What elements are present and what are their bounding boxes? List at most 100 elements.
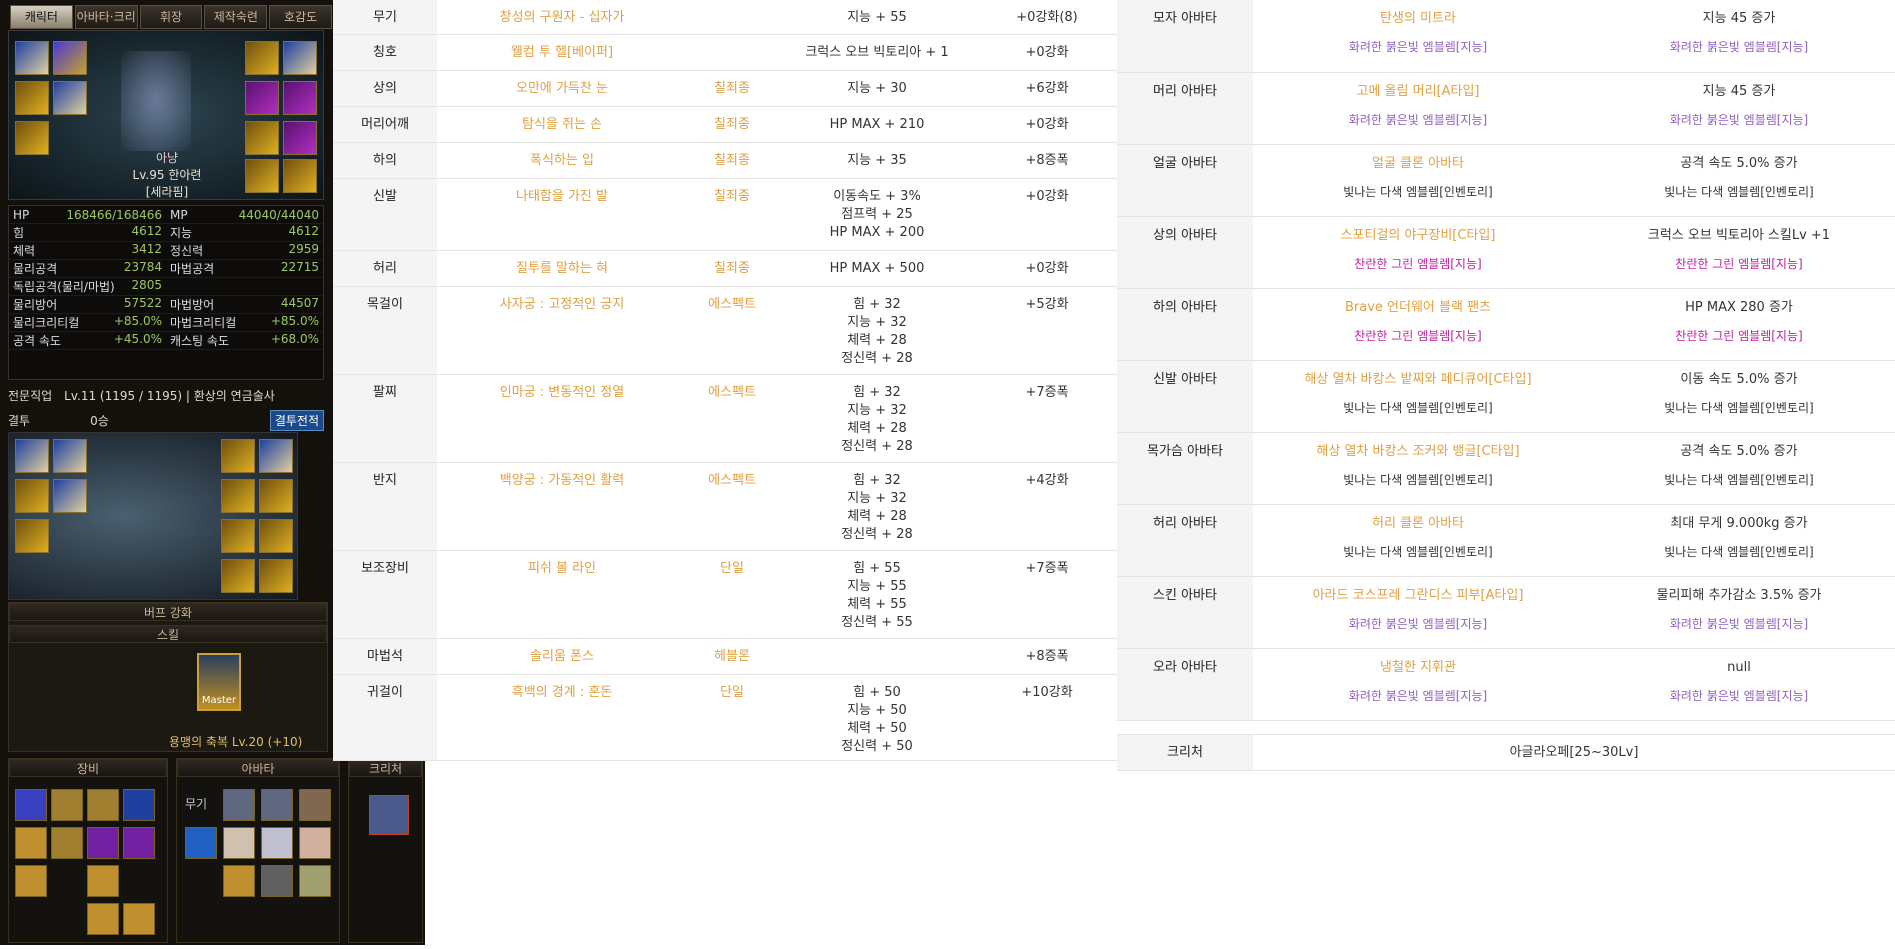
equipment-name[interactable]: 질투를 말하는 혀 (437, 250, 687, 287)
equip-slot[interactable] (15, 121, 49, 155)
avatar-emblem: 빛나는 다색 엠블렘[인벤토리] (1343, 544, 1493, 559)
equip-icon[interactable] (51, 827, 83, 859)
equipment-stats: 힘 + 55 지능 + 55 체력 + 55 정신력 + 55 (777, 550, 977, 639)
creature-name[interactable]: 아글라오페[25~30Lv] (1253, 733, 1895, 771)
avatar-name[interactable]: 스포티걸의 야구장비[C타입] (1253, 227, 1583, 245)
avatar-name[interactable]: 냉철한 지휘관 (1253, 659, 1583, 677)
equipment-stat-line: 지능 + 32 (847, 490, 907, 506)
equipment-name[interactable]: 나태함을 가진 발 (437, 178, 687, 251)
equip-slot[interactable] (245, 81, 279, 115)
avatar-name[interactable]: 해상 열차 바캉스 조커와 뱅글[C타입] (1253, 443, 1583, 461)
equip-slot[interactable] (245, 41, 279, 75)
equip-icon[interactable] (15, 789, 47, 821)
avatar-icon[interactable] (299, 865, 331, 897)
equip-slot[interactable] (245, 121, 279, 155)
equip-slot[interactable] (53, 81, 87, 115)
equipment-name[interactable]: 인마궁 : 변동적인 정열 (437, 374, 687, 463)
equip-slot[interactable] (221, 519, 255, 553)
avatar-icon[interactable] (261, 789, 293, 821)
equipment-name[interactable]: 웰컴 투 헬[베이퍼] (437, 34, 687, 71)
tab-affinity[interactable]: 호감도 (269, 5, 332, 29)
equip-icon[interactable] (123, 789, 155, 821)
equip-slot[interactable] (15, 41, 49, 75)
equip-icon[interactable] (123, 903, 155, 935)
character-guild: [세라핌] (145, 185, 189, 199)
equip-slot[interactable] (259, 439, 293, 473)
equip-slot[interactable] (221, 559, 255, 593)
equip-icon[interactable] (87, 789, 119, 821)
equip-slot[interactable] (283, 121, 317, 155)
equip-slot[interactable] (283, 41, 317, 75)
duel-record-button[interactable]: 결투전적 (269, 410, 324, 431)
equipment-name[interactable]: 솔리움 폰스 (437, 638, 687, 675)
equip-icon[interactable] (87, 865, 119, 897)
equipment-name[interactable]: 사자궁 : 고정적인 긍지 (437, 286, 687, 375)
avatar-row: 모자 아바타 탄생의 미트라 화려한 붉은빛 엠블렘[지능] 지능 45 증가 화려한 … (1117, 0, 1895, 73)
equip-icon[interactable] (51, 789, 83, 821)
equip-slot[interactable] (15, 519, 49, 553)
equip-icon[interactable] (15, 827, 47, 859)
equipment-stat-line: 체력 + 55 (847, 596, 907, 612)
tab-character[interactable]: 캐릭터 (10, 5, 73, 29)
equipment-stats: HP MAX + 500 (777, 250, 977, 287)
equip-slot[interactable] (259, 559, 293, 593)
equip-slot[interactable] (53, 479, 87, 513)
skill-icon[interactable]: Master (197, 653, 241, 711)
stat-label: 공격 속도 (13, 334, 61, 348)
equipment-name[interactable]: 흑백의 경계 : 혼돈 (437, 674, 687, 761)
creature-icon[interactable] (369, 795, 409, 835)
tab-avatar-creature[interactable]: 아바타·크리처 (74, 5, 138, 46)
equip-slot[interactable] (15, 479, 49, 513)
equipment-name[interactable]: 탐식을 쥐는 손 (437, 106, 687, 143)
equipment-stat-line: 지능 + 32 (847, 314, 907, 330)
equip-icon[interactable] (87, 827, 119, 859)
equip-slot[interactable] (221, 479, 255, 513)
equip-icon[interactable] (123, 827, 155, 859)
equip-icon[interactable] (87, 903, 119, 935)
equipment-stat-line: 체력 + 50 (847, 720, 907, 736)
tab-emblem[interactable]: 휘장 (139, 5, 203, 29)
equip-slot[interactable] (15, 439, 49, 473)
avatar-name[interactable]: Brave 언더웨어 블랙 팬츠 (1253, 299, 1583, 317)
equipment-name[interactable]: 창성의 구원자 - 십자가 (437, 0, 687, 35)
avatar-icon[interactable] (261, 827, 293, 859)
equipment-stat-line: 힘 + 32 (853, 472, 901, 488)
avatar-name[interactable]: 고메 올림 머리[A타입] (1253, 83, 1583, 101)
weapon-avatar-label: 무기 (185, 797, 208, 811)
equip-slot[interactable] (245, 159, 279, 193)
avatar-name[interactable]: 허리 클론 아바타 (1253, 515, 1583, 533)
stat-cell: HP 168466/168466 (9, 208, 166, 222)
equipment-stat-line: 정신력 + 28 (841, 526, 913, 542)
creature-row: 크리처 아글라오페[25~30Lv] (1117, 733, 1895, 771)
equip-slot[interactable] (15, 81, 49, 115)
avatar-icon[interactable] (299, 827, 331, 859)
avatar-name[interactable]: 해상 열차 바캉스 밭찌와 페디큐어[C타입] (1253, 371, 1583, 389)
equip-slot[interactable] (53, 41, 87, 75)
equip-slot[interactable] (53, 439, 87, 473)
avatar-slot: 스킨 아바타 (1117, 576, 1253, 649)
equipment-stat-line: 체력 + 28 (847, 420, 907, 436)
equip-slot[interactable] (221, 439, 255, 473)
equipment-name[interactable]: 오만에 가득찬 눈 (437, 70, 687, 107)
avatar-name[interactable]: 탄생의 미트라 (1253, 10, 1583, 28)
equip-icon[interactable] (15, 865, 47, 897)
avatar-icon[interactable] (261, 865, 293, 897)
equipment-slot: 하의 (333, 142, 437, 179)
equipment-name[interactable]: 피쉬 볼 라인 (437, 550, 687, 639)
avatar-name[interactable]: 얼굴 클론 아바타 (1253, 155, 1583, 173)
equip-slot[interactable] (259, 479, 293, 513)
tab-crafting[interactable]: 제작숙련 (204, 5, 268, 29)
equip-slot[interactable] (259, 519, 293, 553)
stat-value: +85.0% (113, 314, 162, 328)
avatar-name[interactable]: 아라드 코스프레 그란디스 피부[A타입] (1253, 587, 1583, 605)
equip-slot[interactable] (283, 81, 317, 115)
avatar-icon[interactable] (299, 789, 331, 821)
equipment-name[interactable]: 백양궁 : 가동적인 활력 (437, 462, 687, 551)
equipment-name[interactable]: 폭식하는 입 (437, 142, 687, 179)
avatar-icon[interactable] (185, 827, 217, 859)
avatar-icon[interactable] (223, 865, 255, 897)
avatar-icon[interactable] (223, 789, 255, 821)
bottom-creature-title: 크리처 (349, 759, 422, 777)
avatar-icon[interactable] (223, 827, 255, 859)
equip-slot[interactable] (283, 159, 317, 193)
